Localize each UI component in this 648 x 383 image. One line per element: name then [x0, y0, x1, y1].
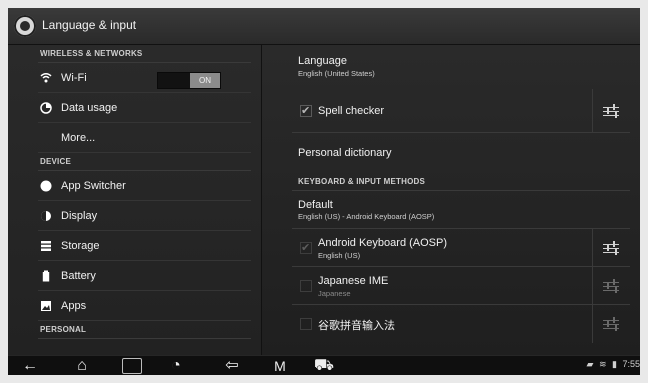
wifi-icon [40, 72, 52, 84]
sidebar-item-battery[interactable]: Battery [8, 261, 261, 291]
status-area: ▰ ≋ ▮ 7:55 [584, 359, 641, 373]
sidebar-item-label: App Switcher [61, 180, 126, 192]
home-icon[interactable]: ⌂ [70, 357, 94, 375]
screen: Language & input WIRELESS & NETWORKS Wi-… [8, 8, 640, 375]
wifi-status-icon: ≋ [598, 359, 607, 369]
title-bar: Language & input [8, 8, 640, 45]
settings-adjust-icon[interactable] [603, 279, 619, 293]
sidebar-item-app-switcher[interactable]: App Switcher [8, 171, 261, 201]
message-icon: ▰ [586, 359, 594, 369]
section-personal: PERSONAL [8, 321, 261, 339]
setting-subtitle: Japanese [318, 289, 351, 298]
recent-apps-icon[interactable] [122, 358, 142, 374]
setting-subtitle: English (US) [318, 251, 361, 260]
sidebar-item-storage[interactable]: Storage [8, 231, 261, 261]
google-pinyin-checkbox[interactable] [300, 318, 312, 330]
app-switcher-icon [40, 180, 52, 192]
page-title: Language & input [42, 18, 137, 32]
sidebar-item-label: Display [61, 210, 98, 222]
back-icon[interactable]: ← [18, 357, 42, 375]
sidebar-item-wifi[interactable]: Wi-Fi ON [8, 63, 261, 93]
divider [592, 89, 593, 133]
sidebar-item-label: Battery [61, 270, 96, 282]
divider [592, 305, 593, 343]
input-method-japanese-ime[interactable]: Japanese IME Japanese [262, 267, 640, 305]
setting-spell-checker[interactable]: Spell checker [262, 89, 640, 133]
japanese-ime-checkbox[interactable] [300, 280, 312, 292]
apps-icon [40, 300, 52, 312]
setting-title: Default [298, 199, 333, 211]
settings-adjust-icon[interactable] [603, 104, 619, 118]
data-usage-icon [40, 102, 52, 114]
divider [592, 229, 593, 267]
android-keyboard-checkbox[interactable] [300, 241, 312, 254]
clock: 7:55 [622, 359, 640, 369]
browser-icon[interactable]: ◔ [164, 357, 188, 375]
sidebar-item-display[interactable]: Display [8, 201, 261, 231]
input-method-google-pinyin[interactable]: 谷歌拼音输入法 [262, 305, 640, 343]
setting-title: Personal dictionary [298, 147, 392, 159]
navigation-bar: ← ⌂ ◔ ⇦ M ⛟ ▰ ≋ ▮ 7:55 [8, 355, 640, 375]
section-keyboard-input-methods: KEYBOARD & INPUT METHODS [262, 173, 640, 191]
sidebar-item-label: Apps [61, 300, 87, 312]
sidebar-item-label: Data usage [61, 102, 118, 114]
sidebar-item-more[interactable]: More... [8, 123, 261, 153]
car-icon[interactable]: ⛟ [312, 357, 336, 375]
sidebar-item-label: Wi-Fi [61, 72, 87, 84]
settings-adjust-icon[interactable] [603, 317, 619, 331]
sidebar-item-label: More... [61, 132, 96, 144]
sidebar-item-label: Storage [61, 240, 100, 252]
maintenance-icon[interactable]: M [268, 357, 292, 375]
section-device: DEVICE [8, 153, 261, 171]
battery-icon [40, 270, 52, 282]
section-wireless-networks: WIRELESS & NETWORKS [8, 45, 261, 63]
setting-personal-dictionary[interactable]: Personal dictionary [262, 133, 640, 173]
wifi-toggle[interactable]: ON [157, 72, 221, 89]
language-input-panel: Language English (United States) Spell c… [262, 45, 640, 355]
input-method-android-keyboard[interactable]: Android Keyboard (AOSP) English (US) [262, 229, 640, 267]
battery-status-icon: ▮ [612, 359, 617, 369]
setting-title: Japanese IME [318, 275, 389, 287]
setting-language[interactable]: Language English (United States) [262, 45, 640, 89]
exit-icon[interactable]: ⇦ [220, 357, 244, 375]
setting-subtitle: English (United States) [298, 69, 375, 78]
storage-icon [40, 240, 52, 252]
sidebar-item-data-usage[interactable]: Data usage [8, 93, 261, 123]
divider [592, 267, 593, 305]
settings-adjust-icon[interactable] [603, 241, 619, 255]
setting-title: Spell checker [318, 105, 385, 117]
setting-title: 谷歌拼音输入法 [318, 320, 395, 332]
gear-icon [14, 15, 36, 37]
settings-sidebar: WIRELESS & NETWORKS Wi-Fi ON Data usage … [8, 45, 262, 355]
setting-title: Language [298, 55, 347, 67]
setting-title: Android Keyboard (AOSP) [318, 237, 448, 249]
setting-default-keyboard[interactable]: Default English (US) - Android Keyboard … [262, 191, 640, 229]
display-icon [40, 210, 52, 222]
spell-checker-checkbox[interactable] [300, 104, 312, 117]
sidebar-item-apps[interactable]: Apps [8, 291, 261, 321]
wifi-toggle-state: ON [190, 73, 220, 88]
setting-subtitle: English (US) - Android Keyboard (AOSP) [298, 212, 435, 221]
